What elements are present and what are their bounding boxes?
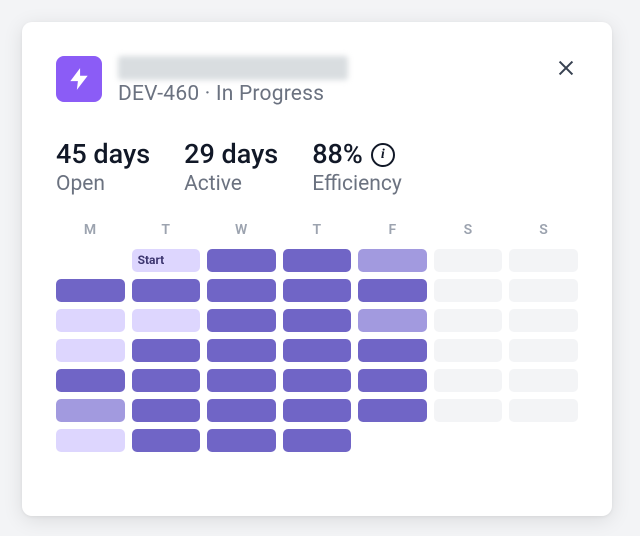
calendar-row — [56, 429, 578, 452]
calendar-cell — [207, 399, 276, 422]
calendar-day-header: M T W T F S S — [56, 222, 578, 238]
stat-open-value: 45 days — [56, 140, 150, 170]
day-header: M — [56, 222, 125, 238]
calendar-cell — [56, 339, 125, 362]
close-button[interactable] — [550, 52, 582, 84]
calendar-cell — [132, 309, 201, 332]
calendar-cell — [283, 279, 352, 302]
stat-open: 45 days Open — [56, 140, 150, 196]
calendar-cell — [509, 249, 578, 272]
calendar-cell — [283, 339, 352, 362]
calendar-cell — [207, 429, 276, 452]
stat-efficiency: 88% i Efficiency — [312, 140, 402, 196]
calendar-cell — [207, 309, 276, 332]
stats-row: 45 days Open 29 days Active 88% i Effici… — [56, 140, 578, 196]
calendar-cell — [358, 399, 427, 422]
calendar-cell — [207, 339, 276, 362]
day-header: T — [283, 222, 352, 238]
calendar-cell — [283, 309, 352, 332]
task-status: In Progress — [216, 82, 324, 106]
calendar-cell — [434, 369, 503, 392]
activity-calendar: M T W T F S S Start — [56, 222, 578, 452]
calendar-cell — [132, 399, 201, 422]
calendar-cell — [283, 429, 352, 452]
calendar-cell: Start — [132, 249, 201, 272]
title-block: DEV-460 · In Progress — [118, 56, 578, 106]
stat-open-label: Open — [56, 172, 150, 196]
stat-active: 29 days Active — [184, 140, 278, 196]
calendar-cell — [283, 369, 352, 392]
task-card: DEV-460 · In Progress 45 days Open 29 da… — [22, 22, 612, 516]
calendar-cell — [358, 429, 427, 452]
calendar-cell — [358, 339, 427, 362]
calendar-cell — [509, 429, 578, 452]
calendar-cell — [283, 249, 352, 272]
calendar-row — [56, 309, 578, 332]
stat-active-label: Active — [184, 172, 278, 196]
task-title-redacted — [118, 56, 348, 80]
calendar-cell — [509, 309, 578, 332]
calendar-cell — [434, 249, 503, 272]
calendar-cell — [434, 429, 503, 452]
calendar-row: Start — [56, 249, 578, 272]
calendar-cell — [132, 279, 201, 302]
lightning-icon — [66, 66, 92, 92]
day-header: W — [207, 222, 276, 238]
task-subtitle: DEV-460 · In Progress — [118, 82, 578, 106]
calendar-row — [56, 399, 578, 422]
calendar-cell — [207, 369, 276, 392]
info-icon[interactable]: i — [371, 143, 395, 167]
calendar-cell — [132, 429, 201, 452]
day-header: T — [132, 222, 201, 238]
stat-active-value: 29 days — [184, 140, 278, 170]
calendar-cell — [56, 399, 125, 422]
calendar-cell — [434, 309, 503, 332]
app-icon — [56, 56, 102, 102]
calendar-row — [56, 279, 578, 302]
calendar-cell — [358, 369, 427, 392]
calendar-cell — [283, 399, 352, 422]
calendar-cell — [509, 399, 578, 422]
card-header: DEV-460 · In Progress — [56, 56, 578, 106]
stat-efficiency-label: Efficiency — [312, 172, 402, 196]
calendar-cell — [56, 369, 125, 392]
calendar-cell — [358, 249, 427, 272]
calendar-cell — [56, 429, 125, 452]
day-header: S — [509, 222, 578, 238]
calendar-cell — [207, 249, 276, 272]
calendar-cell — [56, 309, 125, 332]
calendar-row — [56, 369, 578, 392]
calendar-cell — [509, 279, 578, 302]
calendar-cell — [434, 399, 503, 422]
day-header: S — [434, 222, 503, 238]
calendar-cell — [509, 369, 578, 392]
calendar-cell — [358, 309, 427, 332]
calendar-cell — [434, 279, 503, 302]
day-header: F — [358, 222, 427, 238]
stat-efficiency-value: 88% i — [312, 140, 402, 170]
calendar-cell — [434, 339, 503, 362]
calendar-row — [56, 339, 578, 362]
calendar-cell — [132, 369, 201, 392]
calendar-cell — [509, 339, 578, 362]
task-id: DEV-460 — [118, 82, 199, 106]
calendar-body: Start — [56, 249, 578, 452]
stat-efficiency-number: 88% — [312, 140, 363, 170]
calendar-cell — [56, 249, 125, 272]
calendar-cell — [207, 279, 276, 302]
calendar-cell — [56, 279, 125, 302]
calendar-cell — [358, 279, 427, 302]
close-icon — [555, 57, 577, 79]
start-label: Start — [138, 253, 165, 267]
subtitle-separator: · — [199, 82, 216, 106]
calendar-cell — [132, 339, 201, 362]
